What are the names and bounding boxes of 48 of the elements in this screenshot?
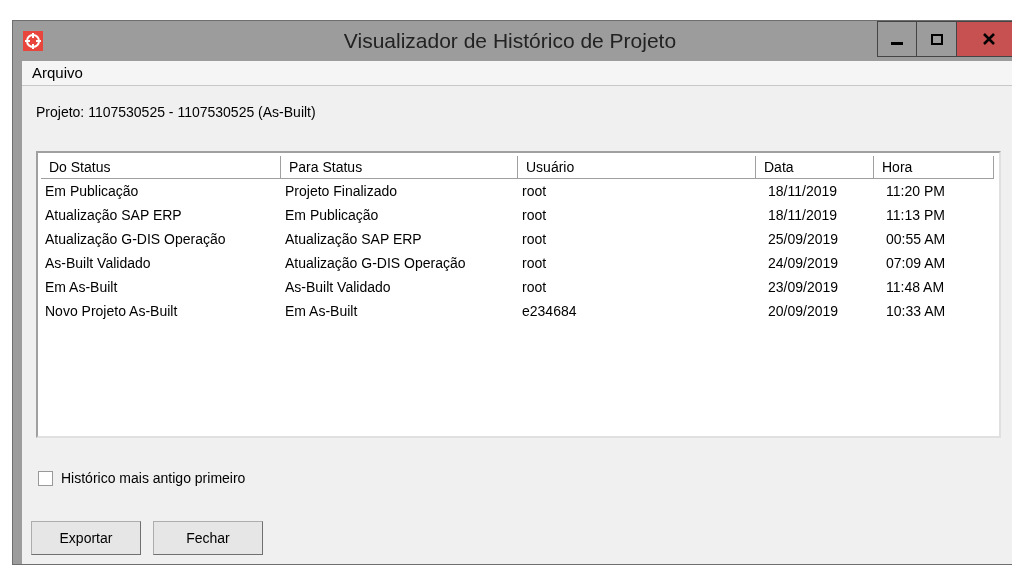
app-logo-icon [23, 31, 43, 51]
table-cell-text: Atualização SAP ERP [284, 229, 423, 249]
table-cell-text: 10:33 AM [885, 301, 947, 321]
table-cell-text: Projeto Finalizado [284, 181, 399, 201]
table-cell-text: root [521, 229, 548, 249]
table-cell-text: 23/09/2019 [767, 277, 840, 297]
checkbox-label: Histórico mais antigo primeiro [61, 469, 246, 488]
table-cell-text: Em Publicação [44, 181, 140, 201]
table-cell-text: Atualização G-DIS Operação [44, 229, 227, 249]
column-header[interactable]: Do Status [41, 156, 281, 179]
table-cell-text: root [521, 277, 548, 297]
table-cell-text: 11:48 AM [885, 277, 946, 297]
table-cell-text: 11:20 PM [885, 181, 946, 201]
column-header[interactable]: Data [756, 156, 874, 179]
checkbox[interactable] [38, 471, 53, 486]
table-cell-text: root [521, 205, 548, 225]
close-icon [982, 33, 995, 45]
table-cell-text: 25/09/2019 [767, 229, 840, 249]
table-cell-text: Atualização G-DIS Operação [284, 253, 467, 273]
menu-item[interactable]: Arquivo [22, 61, 93, 85]
minimize-button[interactable] [877, 21, 917, 57]
table-cell-text: As-Built Validado [44, 253, 152, 273]
column-header[interactable]: Hora [874, 156, 994, 179]
table-cell-text: e234684 [521, 301, 578, 321]
table-cell-text: Em As-Built [284, 301, 359, 321]
project-label: Projeto: 1107530525 - 1107530525 (As-Built) [36, 103, 316, 122]
dialog-button[interactable]: Exportar [31, 521, 141, 555]
maximize-icon [930, 33, 943, 45]
table-cell-text: 11:13 PM [885, 205, 946, 225]
column-header[interactable]: Para Status [281, 156, 518, 179]
table-cell-text: Novo Projeto As-Built [44, 301, 179, 321]
table-cell-text: Em Publicação [284, 205, 380, 225]
window-title: Visualizador de Histórico de Projeto [342, 28, 678, 55]
table-cell-text: 24/09/2019 [767, 253, 840, 273]
table-cell-text: root [521, 253, 548, 273]
table-cell-text: 18/11/2019 [767, 205, 839, 225]
table-cell-text: root [521, 181, 548, 201]
column-header[interactable]: Usuário [518, 156, 756, 179]
table-cell-text: 20/09/2019 [767, 301, 840, 321]
minimize-icon [891, 41, 903, 45]
table-cell-text: 07:09 AM [885, 253, 947, 273]
table-cell-text: Em As-Built [44, 277, 119, 297]
table-cell-text: 00:55 AM [885, 229, 947, 249]
table-cell-text: Atualização SAP ERP [44, 205, 183, 225]
close-button[interactable] [957, 21, 1012, 57]
dialog-button[interactable]: Fechar [153, 521, 263, 555]
table-cell-text: As-Built Validado [284, 277, 392, 297]
table-cell-text: 18/11/2019 [767, 181, 839, 201]
